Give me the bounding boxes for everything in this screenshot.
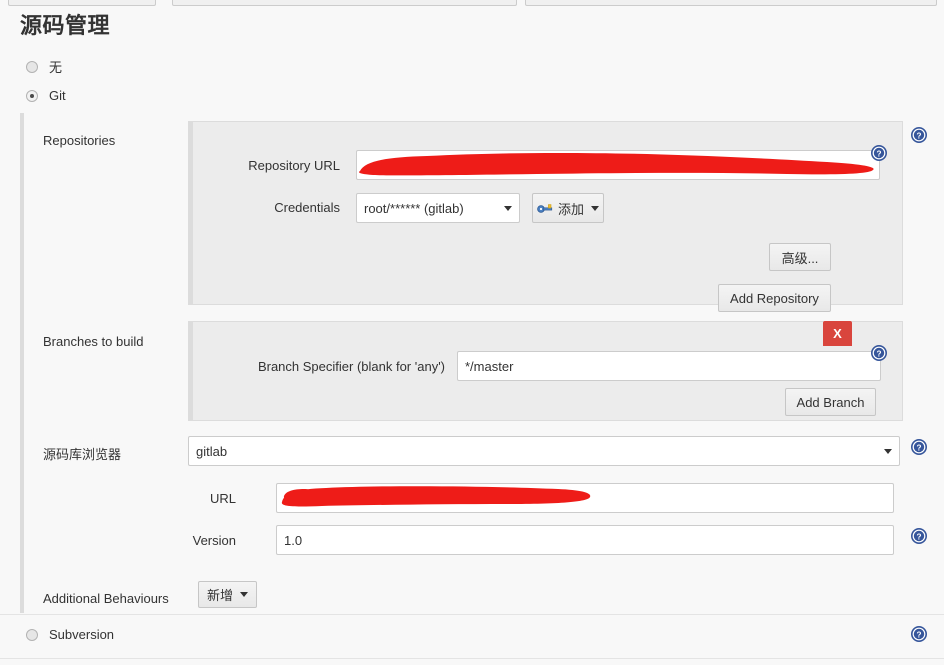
page-title: 源码管理 bbox=[20, 13, 111, 38]
source-browser-row-label: 源码库浏览器 bbox=[43, 447, 122, 462]
tab-segment-1[interactable] bbox=[8, 0, 156, 6]
browser-url-input[interactable] bbox=[276, 483, 894, 513]
help-icon-source-browser[interactable]: ? bbox=[911, 439, 927, 455]
add-behaviour-button[interactable]: 新增 bbox=[198, 581, 257, 608]
source-browser-select[interactable]: gitlab bbox=[188, 436, 900, 466]
credentials-select[interactable]: root/****** (gitlab) bbox=[356, 193, 520, 223]
chevron-down-icon bbox=[504, 205, 512, 211]
chevron-down-icon bbox=[240, 592, 248, 597]
delete-branch-button[interactable]: X bbox=[823, 321, 852, 346]
advanced-button[interactable]: 高级... bbox=[769, 243, 831, 271]
scm-option-git-label: Git bbox=[49, 88, 66, 103]
source-browser-selected-value: gitlab bbox=[196, 443, 228, 459]
svg-text:?: ? bbox=[916, 532, 921, 541]
repositories-block: Repository URL Credentials root/****** (… bbox=[188, 121, 903, 312]
help-icon-repositories[interactable]: ? bbox=[911, 127, 927, 143]
repository-url-input[interactable] bbox=[356, 150, 880, 180]
repositories-block-rail bbox=[189, 122, 193, 304]
git-body-rail bbox=[20, 113, 24, 613]
add-repository-button[interactable]: Add Repository bbox=[718, 284, 831, 312]
add-credentials-button[interactable]: 添加 bbox=[532, 193, 604, 223]
key-icon bbox=[537, 204, 553, 213]
svg-text:?: ? bbox=[916, 443, 921, 452]
add-branch-button[interactable]: Add Branch bbox=[785, 388, 876, 416]
browser-version-label: Version bbox=[192, 533, 236, 548]
branches-block-rail bbox=[189, 322, 193, 420]
scm-option-subversion-label: Subversion bbox=[49, 627, 115, 642]
radio-git[interactable] bbox=[26, 89, 38, 102]
credentials-label: Credentials bbox=[274, 200, 340, 215]
page-bottom-divider bbox=[0, 658, 944, 659]
section-divider bbox=[0, 614, 944, 615]
help-icon-subversion[interactable]: ? bbox=[911, 626, 927, 642]
add-behaviour-label: 新增 bbox=[206, 588, 233, 603]
chevron-down-icon bbox=[591, 205, 599, 211]
scm-option-none-label: 无 bbox=[49, 60, 63, 75]
additional-behaviours-row-label: Additional Behaviours bbox=[43, 591, 169, 606]
browser-url-label: URL bbox=[209, 491, 236, 506]
help-icon-repository-url[interactable]: ? bbox=[871, 145, 887, 161]
add-repository-label: Add Repository bbox=[730, 290, 819, 306]
branches-block: Branch Specifier (blank for 'any') Add B… bbox=[188, 321, 903, 421]
git-scm-body: Repositories Repository URL Credentials … bbox=[20, 113, 927, 613]
scm-config-page: 源码管理 无 Git Repositories Repository URL C… bbox=[0, 0, 944, 665]
branch-specifier-input[interactable] bbox=[457, 351, 881, 381]
credentials-selected-value: root/****** (gitlab) bbox=[364, 200, 464, 216]
advanced-button-label: 高级... bbox=[781, 250, 819, 266]
scm-option-git[interactable]: Git bbox=[26, 88, 66, 103]
browser-version-input[interactable] bbox=[276, 525, 894, 555]
delete-branch-label: X bbox=[833, 326, 842, 341]
add-branch-label: Add Branch bbox=[796, 394, 865, 410]
branches-row-label: Branches to build bbox=[43, 334, 144, 349]
scm-option-subversion[interactable]: Subversion bbox=[26, 627, 114, 642]
help-icon-branch-specifier[interactable]: ? bbox=[871, 345, 887, 361]
radio-none[interactable] bbox=[26, 60, 38, 73]
svg-text:?: ? bbox=[916, 630, 921, 639]
add-credentials-label: 添加 bbox=[557, 201, 584, 217]
svg-text:?: ? bbox=[876, 149, 881, 158]
repository-url-label: Repository URL bbox=[248, 158, 340, 173]
radio-subversion[interactable] bbox=[26, 628, 38, 641]
tab-segment-2[interactable] bbox=[172, 0, 517, 6]
tab-strip bbox=[0, 0, 944, 7]
branch-specifier-label: Branch Specifier (blank for 'any') bbox=[257, 359, 445, 374]
chevron-down-icon bbox=[884, 448, 892, 454]
svg-text:?: ? bbox=[916, 131, 921, 140]
svg-text:?: ? bbox=[876, 349, 881, 358]
repositories-row-label: Repositories bbox=[43, 133, 116, 148]
help-icon-browser-version[interactable]: ? bbox=[911, 528, 927, 544]
scm-option-none[interactable]: 无 bbox=[26, 57, 62, 76]
tab-segment-3[interactable] bbox=[525, 0, 937, 6]
